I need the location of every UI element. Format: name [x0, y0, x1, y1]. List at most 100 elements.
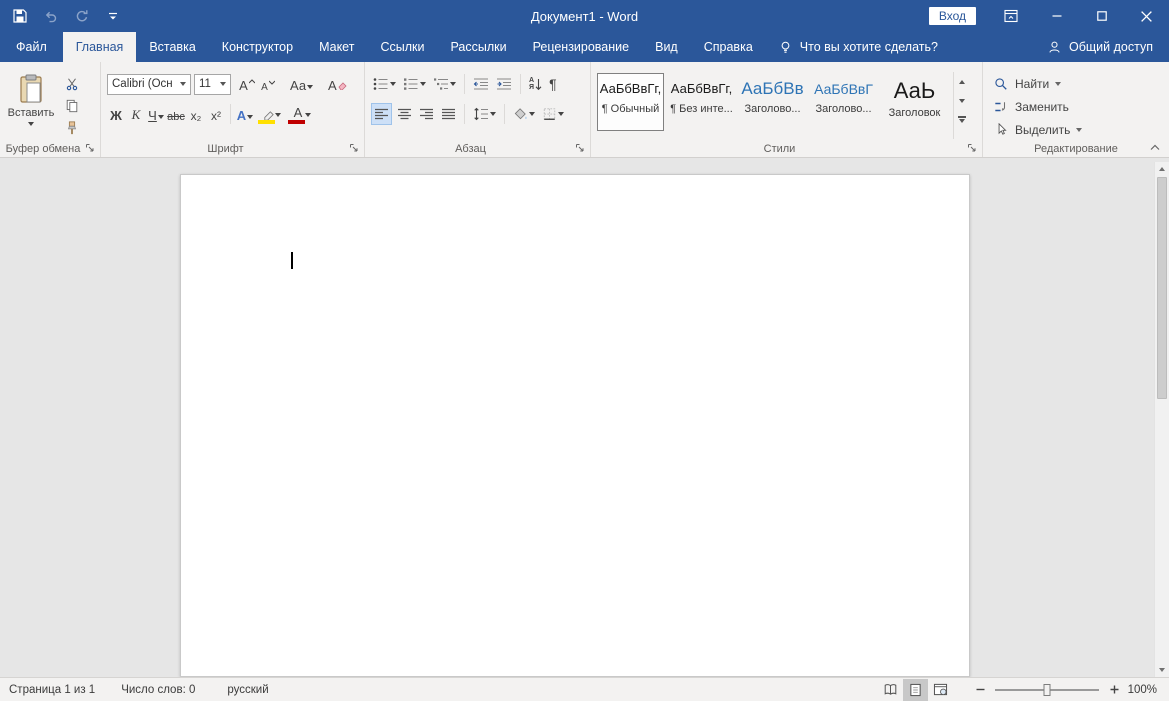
collapse-ribbon-button[interactable]	[1147, 140, 1163, 154]
clipboard-dialog-launcher[interactable]	[84, 142, 96, 154]
styles-dialog-launcher[interactable]	[966, 142, 978, 154]
style-item-normal[interactable]: АаБбВвГг, ¶ Обычный	[597, 73, 664, 131]
style-item-heading2[interactable]: АаБбВвГ Заголово...	[810, 73, 877, 131]
paragraph-dialog-launcher[interactable]	[574, 142, 586, 154]
line-spacing-button[interactable]	[471, 103, 498, 125]
styles-gallery-expand-button[interactable]	[954, 110, 969, 129]
page-indicator[interactable]: Страница 1 из 1	[0, 678, 104, 701]
borders-button[interactable]	[540, 103, 566, 125]
style-item-no-spacing[interactable]: АаБбВвГг, ¶ Без инте...	[668, 73, 735, 131]
font-dialog-launcher[interactable]	[348, 142, 360, 154]
font-size-combo[interactable]: 11	[194, 74, 231, 95]
align-center-button[interactable]	[395, 103, 414, 125]
change-case-button[interactable]: Аа	[290, 73, 313, 95]
redo-button[interactable]	[73, 7, 91, 25]
status-bar: Страница 1 из 1 Число слов: 0 русский	[0, 677, 1169, 701]
justify-icon	[441, 108, 456, 121]
vertical-scrollbar[interactable]	[1154, 162, 1169, 677]
style-item-heading1[interactable]: АаБбВв Заголово...	[739, 73, 806, 131]
zoom-slider-thumb[interactable]	[1044, 684, 1051, 696]
bold-button[interactable]: Ж	[107, 103, 125, 125]
word-count[interactable]: Число слов: 0	[112, 678, 204, 701]
tab-view[interactable]: Вид	[642, 32, 691, 62]
sort-button[interactable]: А Я	[527, 73, 544, 95]
styles-scroll-down-button[interactable]	[954, 91, 969, 110]
bullets-icon	[373, 77, 389, 91]
select-dropdown-icon	[1076, 128, 1082, 132]
chevron-down-icon	[959, 119, 965, 123]
underline-button[interactable]: Ч	[147, 103, 165, 125]
share-button[interactable]: Общий доступ	[1031, 32, 1169, 62]
sign-in-button[interactable]: Вход	[929, 7, 976, 25]
select-icon	[995, 123, 1008, 136]
minimize-button[interactable]	[1034, 0, 1079, 32]
subscript-button[interactable]: х₂	[187, 103, 205, 125]
tab-insert[interactable]: Вставка	[136, 32, 208, 62]
font-color-button[interactable]: А	[286, 103, 310, 125]
select-button[interactable]: Выделить	[993, 118, 1165, 141]
paste-label: Вставить	[8, 107, 55, 119]
align-right-button[interactable]	[417, 103, 436, 125]
replace-button[interactable]: Заменить	[993, 95, 1165, 118]
text-effects-button[interactable]: А	[236, 103, 254, 125]
shading-button[interactable]	[511, 103, 537, 125]
grow-font-button[interactable]: А	[238, 73, 256, 95]
close-button[interactable]	[1124, 0, 1169, 32]
tab-review[interactable]: Рецензирование	[520, 32, 643, 62]
undo-button[interactable]	[42, 7, 60, 25]
titlebar: Документ1 - Word Вход	[0, 0, 1169, 32]
tab-design[interactable]: Конструктор	[209, 32, 306, 62]
italic-button[interactable]: К	[127, 103, 145, 125]
maximize-button[interactable]	[1079, 0, 1124, 32]
strikethrough-button[interactable]: abc	[167, 103, 185, 125]
editing-group: Найти Заменить Выделить Редактирование	[983, 62, 1169, 157]
align-left-button[interactable]	[371, 103, 392, 125]
shrink-font-button[interactable]: А	[259, 73, 277, 95]
eraser-icon	[338, 81, 347, 90]
style-item-title[interactable]: АаЬ Заголовок	[881, 73, 948, 131]
ribbon-display-options-button[interactable]	[994, 0, 1028, 32]
superscript-button[interactable]: х²	[207, 103, 225, 125]
tab-file[interactable]: Файл	[0, 32, 63, 62]
zoom-slider[interactable]	[995, 689, 1099, 691]
zoom-in-button[interactable]	[1103, 679, 1125, 701]
save-button[interactable]	[11, 7, 29, 25]
tab-references[interactable]: Ссылки	[367, 32, 437, 62]
clear-formatting-button[interactable]: А	[328, 73, 347, 95]
highlight-button[interactable]	[256, 103, 280, 125]
document-page[interactable]	[180, 174, 970, 677]
increase-indent-button[interactable]	[494, 73, 514, 95]
chevron-down-icon	[959, 99, 965, 103]
tell-me-box[interactable]: Что вы хотите сделать?	[766, 32, 950, 62]
scroll-up-arrow[interactable]	[1155, 162, 1169, 176]
styles-scroll-up-button[interactable]	[954, 72, 969, 91]
bullets-button[interactable]	[371, 73, 398, 95]
copy-button[interactable]	[63, 98, 81, 114]
tab-home[interactable]: Главная	[63, 32, 137, 62]
numbering-button[interactable]	[401, 73, 428, 95]
justify-button[interactable]	[439, 103, 458, 125]
tab-help[interactable]: Справка	[691, 32, 766, 62]
font-name-combo[interactable]: Calibri (Осн	[107, 74, 191, 95]
language-indicator[interactable]: русский	[218, 678, 277, 701]
share-label: Общий доступ	[1069, 40, 1153, 54]
decrease-indent-button[interactable]	[471, 73, 491, 95]
format-painter-button[interactable]	[63, 120, 81, 136]
zoom-out-button[interactable]	[969, 679, 991, 701]
show-marks-button[interactable]: ¶	[547, 73, 559, 95]
cut-button[interactable]	[63, 76, 81, 92]
qat-customize-button[interactable]	[104, 7, 122, 25]
web-layout-button[interactable]	[928, 679, 953, 701]
tab-mailings[interactable]: Рассылки	[437, 32, 519, 62]
multilevel-list-button[interactable]	[431, 73, 458, 95]
web-layout-icon	[933, 683, 948, 696]
tab-layout[interactable]: Макет	[306, 32, 367, 62]
dialog-launcher-icon	[85, 143, 95, 153]
find-button[interactable]: Найти	[993, 72, 1165, 95]
read-mode-button[interactable]	[878, 679, 903, 701]
zoom-level[interactable]: 100%	[1125, 684, 1169, 696]
scrollbar-thumb[interactable]	[1157, 177, 1167, 399]
paste-button[interactable]: Вставить	[6, 72, 56, 139]
print-layout-button[interactable]	[903, 679, 928, 701]
scroll-down-arrow[interactable]	[1155, 663, 1169, 677]
